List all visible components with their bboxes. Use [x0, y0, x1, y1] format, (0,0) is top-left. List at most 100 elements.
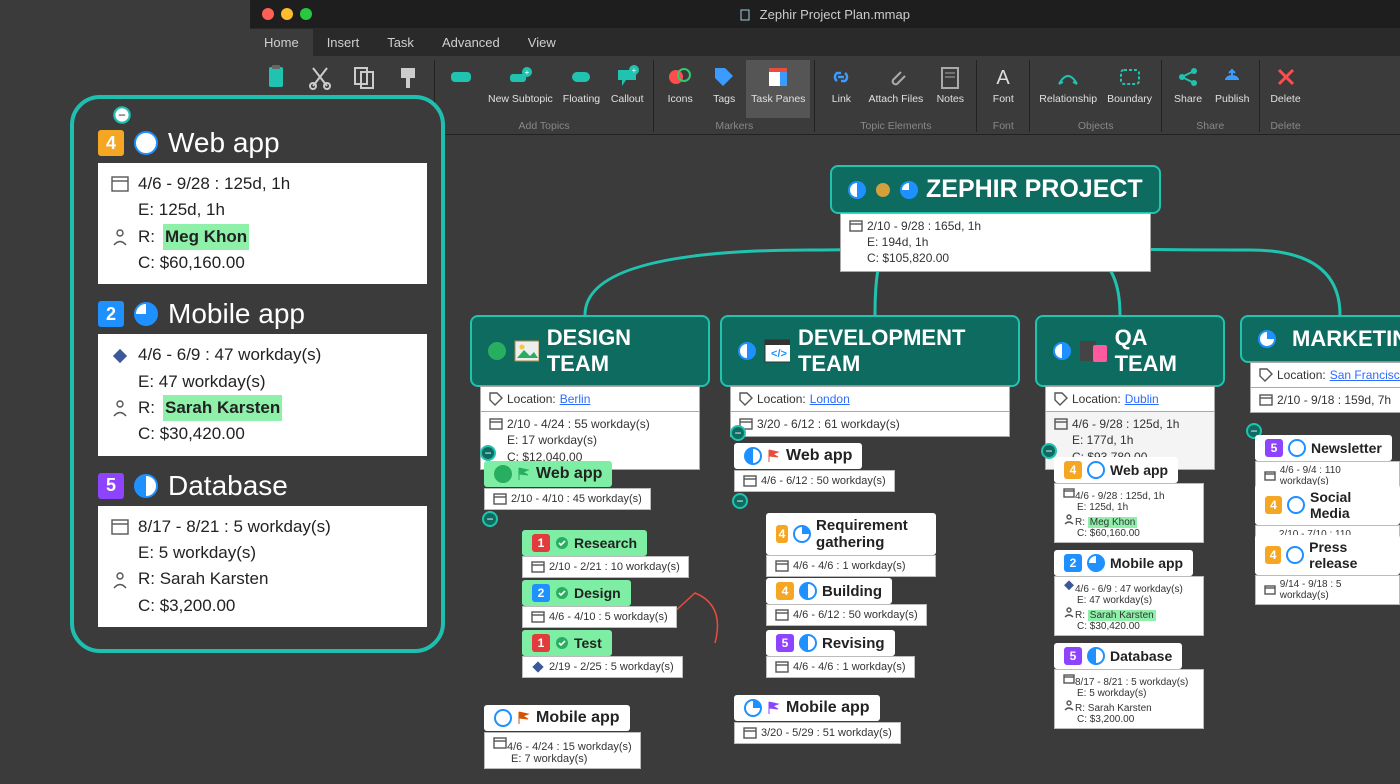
collapse-handle[interactable]: − — [732, 493, 748, 509]
tab-advanced[interactable]: Advanced — [428, 29, 514, 56]
collapse-handle[interactable]: − — [480, 445, 496, 461]
zoom-webapp[interactable]: 4 Web app 4/6 - 9/28 : 125d, 1h E: 125d,… — [98, 127, 427, 284]
ribbon-label: Callout — [611, 94, 644, 116]
ribbon-group: LinkAttach FilesNotesTopic Elements — [815, 60, 977, 132]
location-link[interactable]: Dublin — [1125, 391, 1159, 407]
copy-icon — [349, 62, 379, 92]
milestone-icon — [1063, 580, 1075, 592]
dev-req-node[interactable]: 4Requirement gathering 4/6 - 4/6 : 1 wor… — [766, 513, 936, 577]
zoom-panel[interactable]: − 4 Web app 4/6 - 9/28 : 125d, 1h E: 125… — [70, 95, 445, 653]
calendar-icon — [531, 610, 545, 624]
zoom-mobile[interactable]: 2 Mobile app 4/6 - 6/9 : 47 workday(s) E… — [98, 298, 427, 455]
qa-team-node[interactable]: QA TEAM Location: Dublin 4/6 - 9/28 : 12… — [1035, 315, 1225, 470]
design-webapp-node[interactable]: Web app 2/10 - 4/10 : 45 workday(s) − — [484, 461, 651, 510]
calendar-icon — [1063, 673, 1075, 685]
qa-web-node[interactable]: 4Web app 4/6 - 9/28 : 125d, 1h E: 125d, … — [1054, 457, 1204, 543]
svg-text:+: + — [632, 66, 637, 75]
topic-button[interactable] — [439, 60, 483, 118]
share-button[interactable]: Share — [1166, 60, 1210, 118]
design-test-node[interactable]: 1Test 2/19 - 2/25 : 5 workday(s) — [522, 630, 683, 678]
person-icon — [1063, 606, 1075, 618]
calendar-icon — [743, 474, 757, 488]
tab-home[interactable]: Home — [250, 29, 313, 56]
root-node[interactable]: ZEPHIR PROJECT 2/10 - 9/28 : 165d, 1h E:… — [830, 165, 1161, 272]
notes-button[interactable]: Notes — [928, 60, 972, 118]
design-team-header[interactable]: DESIGN TEAM — [470, 315, 710, 387]
menu-bar: Home Insert Task Advanced View — [250, 28, 1400, 56]
share-icon — [1173, 62, 1203, 92]
ribbon-group: DeleteDelete — [1260, 60, 1312, 132]
design-research-node[interactable]: 1Research 2/10 - 2/21 : 10 workday(s) — [522, 530, 689, 578]
floating-button[interactable]: Floating — [558, 60, 605, 118]
root-info: 2/10 - 9/28 : 165d, 1h E: 194d, 1h C: $1… — [840, 213, 1151, 272]
tags-icon — [709, 62, 739, 92]
callout-button[interactable]: + Callout — [605, 60, 649, 118]
calendar-icon — [531, 560, 545, 574]
location-link[interactable]: London — [810, 391, 850, 407]
dev-team-info: Location: London — [730, 386, 1010, 412]
calendar-icon — [743, 726, 757, 740]
mkt-team-node[interactable]: MARKETING Location: San Francisco 2/10 -… — [1240, 315, 1400, 413]
design-design-node[interactable]: 2Design 4/6 - 4/10 : 5 workday(s) — [522, 580, 677, 628]
calendar-icon — [849, 219, 863, 233]
person-icon — [110, 398, 130, 418]
boundary-icon — [1115, 62, 1145, 92]
mkt-press-node[interactable]: 4Press release 9/14 - 9/18 : 5 workday(s… — [1255, 535, 1400, 605]
progress-icon — [1288, 439, 1306, 457]
svg-text:A: A — [997, 67, 1011, 89]
dev-team-header[interactable]: </> DEVELOPMENT TEAM — [720, 315, 1020, 387]
calendar-icon — [1259, 393, 1273, 407]
location-link[interactable]: Berlin — [560, 391, 591, 407]
qa-mobile-node[interactable]: 2Mobile app 4/6 - 6/9 : 47 workday(s) E:… — [1054, 550, 1204, 636]
dev-team-node[interactable]: </> DEVELOPMENT TEAM Location: London 3/… — [720, 315, 1020, 437]
new-subtopic-button[interactable]: +New Subtopic — [483, 60, 558, 118]
publish-button[interactable]: Publish — [1210, 60, 1254, 118]
check-icon — [555, 536, 569, 550]
design-mobile-node[interactable]: Mobile app 4/6 - 4/24 : 15 workday(s)E: … — [484, 705, 641, 769]
milestone-icon — [110, 346, 130, 366]
priority-1-badge: 1 — [532, 634, 550, 652]
link-icon — [826, 62, 856, 92]
progress-icon — [799, 582, 817, 600]
qa-team-header[interactable]: QA TEAM — [1035, 315, 1225, 387]
tab-task[interactable]: Task — [373, 29, 428, 56]
root-title[interactable]: ZEPHIR PROJECT — [830, 165, 1161, 214]
priority-4-badge: 4 — [776, 582, 794, 600]
location-link[interactable]: San Francisco — [1330, 367, 1400, 383]
devices-icon — [1079, 339, 1107, 363]
design-team-node[interactable]: DESIGN TEAM Location: Berlin 2/10 - 4/24… — [470, 315, 710, 470]
titlebar: Zephir Project Plan.mmap — [250, 0, 1400, 28]
mkt-news-node[interactable]: 5Newsletter 4/6 - 9/4 : 110 workday(s) — [1255, 435, 1400, 491]
priority-4-badge: 4 — [98, 130, 124, 156]
collapse-handle[interactable]: − — [113, 106, 131, 124]
boundary-button[interactable]: Boundary — [1102, 60, 1157, 118]
font-button[interactable]: AFont — [981, 60, 1025, 118]
task-panes-button[interactable]: Task Panes — [746, 60, 810, 118]
collapse-handle[interactable]: − — [482, 511, 498, 527]
dev-revise-node[interactable]: 5Revising 4/6 - 4/6 : 1 workday(s) — [766, 630, 915, 678]
dev-webapp-node[interactable]: Web app 4/6 - 6/12 : 50 workday(s) − — [734, 443, 895, 492]
font-icon: A — [988, 62, 1018, 92]
progress-icon — [1087, 461, 1105, 479]
relationship-button[interactable]: Relationship — [1034, 60, 1102, 118]
zoom-database[interactable]: 5 Database 8/17 - 8/21 : 5 workday(s) E:… — [98, 470, 427, 627]
dev-build-node[interactable]: 4Building 4/6 - 6/12 : 50 workday(s) — [766, 578, 927, 626]
ribbon-group: SharePublishShare — [1162, 60, 1259, 132]
tab-view[interactable]: View — [514, 29, 570, 56]
delete-button[interactable]: Delete — [1264, 60, 1308, 118]
tab-insert[interactable]: Insert — [313, 29, 374, 56]
mkt-team-header[interactable]: MARKETING — [1240, 315, 1400, 363]
ribbon-label: Publish — [1215, 94, 1249, 116]
link-button[interactable]: Link — [819, 60, 863, 118]
dev-mobile-node[interactable]: Mobile app 3/20 - 5/29 : 51 workday(s) — [734, 695, 901, 744]
ribbon-label: Share — [1174, 94, 1202, 116]
priority-5-badge: 5 — [1064, 647, 1082, 665]
calendar-icon — [110, 174, 130, 194]
attach-files-button[interactable]: Attach Files — [863, 60, 928, 118]
qa-db-node[interactable]: 5Database 8/17 - 8/21 : 5 workday(s) E: … — [1054, 643, 1204, 729]
collapse-handle[interactable]: − — [730, 425, 746, 441]
calendar-icon — [110, 517, 130, 537]
icons-button[interactable]: Icons — [658, 60, 702, 118]
tags-button[interactable]: Tags — [702, 60, 746, 118]
svg-text:</>: </> — [771, 348, 787, 360]
